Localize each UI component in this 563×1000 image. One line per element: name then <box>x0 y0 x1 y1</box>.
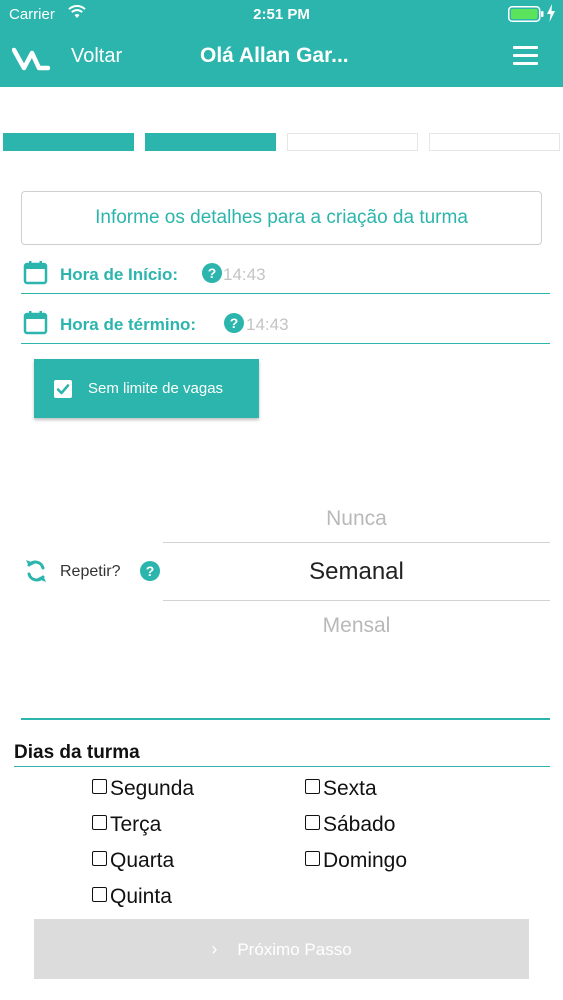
day-checkbox-segunda[interactable]: Segunda <box>92 777 194 801</box>
battery-icon <box>508 6 544 22</box>
day-label: Quarta <box>110 849 175 872</box>
checkbox-checked-icon <box>54 380 72 398</box>
status-time: 2:51 PM <box>253 6 310 23</box>
day-checkbox-quarta[interactable]: Quarta <box>92 849 174 873</box>
progress-step-2 <box>145 133 276 151</box>
charging-icon <box>547 4 555 22</box>
picker-option-mensal[interactable]: Mensal <box>163 614 550 638</box>
hamburger-menu-icon[interactable] <box>513 46 538 66</box>
next-step-label: Próximo Passo <box>237 940 352 959</box>
no-limit-checkbox-button[interactable]: Sem limite de vagas <box>34 359 259 418</box>
day-checkbox-domingo[interactable]: Domingo <box>305 849 407 873</box>
days-title: Dias da turma <box>14 742 140 763</box>
end-time-field[interactable]: Hora de término: ? 14:43 <box>21 308 550 344</box>
repeat-label: Repetir? <box>60 563 121 580</box>
calendar-icon <box>23 261 48 285</box>
start-time-value: 14:43 <box>223 265 266 284</box>
days-divider <box>14 766 550 767</box>
checkbox-icon <box>305 779 320 794</box>
picker-divider <box>163 600 550 601</box>
checkbox-icon <box>305 815 320 830</box>
section-divider <box>21 718 550 720</box>
progress-step-3 <box>287 133 418 151</box>
progress-step-4 <box>429 133 560 151</box>
day-label: Segunda <box>110 777 195 800</box>
day-checkbox-sexta[interactable]: Sexta <box>305 777 377 801</box>
day-checkbox-quinta[interactable]: Quinta <box>92 885 172 909</box>
repeat-help-icon[interactable]: ? <box>140 561 160 581</box>
nav-bar: Voltar Olá Allan Gar... <box>0 30 563 87</box>
day-label: Sexta <box>323 777 377 800</box>
checkbox-icon <box>92 779 107 794</box>
day-label: Sábado <box>323 813 396 836</box>
progress-step-1 <box>3 133 134 151</box>
no-limit-label: Sem limite de vagas <box>88 380 224 397</box>
chevron-right-icon: › <box>211 939 218 959</box>
end-time-label: Hora de término: <box>60 315 197 334</box>
picker-divider <box>163 542 550 543</box>
repeat-icon <box>26 560 46 582</box>
checkbox-icon <box>92 851 107 866</box>
repeat-picker[interactable]: Nunca Semanal Mensal <box>163 494 550 652</box>
page-title: Olá Allan Gar... <box>200 44 349 67</box>
day-label: Terça <box>110 813 162 836</box>
info-box: Informe os detalhes para a criação da tu… <box>21 191 542 245</box>
back-button[interactable]: Voltar <box>71 45 122 68</box>
picker-option-nunca[interactable]: Nunca <box>163 507 550 531</box>
day-checkbox-sabado[interactable]: Sábado <box>305 813 395 837</box>
day-label: Quinta <box>110 885 172 908</box>
checkbox-icon <box>92 887 107 902</box>
next-step-button[interactable]: › Próximo Passo <box>34 919 529 979</box>
app-logo-icon[interactable] <box>12 45 50 71</box>
picker-option-semanal[interactable]: Semanal <box>163 558 550 586</box>
checkbox-icon <box>305 851 320 866</box>
day-checkbox-terca[interactable]: Terça <box>92 813 161 837</box>
end-time-value: 14:43 <box>246 315 289 334</box>
start-time-label: Hora de Início: <box>60 265 179 284</box>
progress-steps <box>3 133 563 152</box>
checkbox-icon <box>92 815 107 830</box>
start-time-field[interactable]: Hora de Início: ? 14:43 <box>21 258 550 294</box>
day-label: Domingo <box>323 849 408 872</box>
end-time-help-icon[interactable]: ? <box>224 313 244 333</box>
status-bar: Carrier 2:51 PM <box>0 0 563 30</box>
calendar-icon <box>23 311 48 335</box>
start-time-help-icon[interactable]: ? <box>202 263 222 283</box>
